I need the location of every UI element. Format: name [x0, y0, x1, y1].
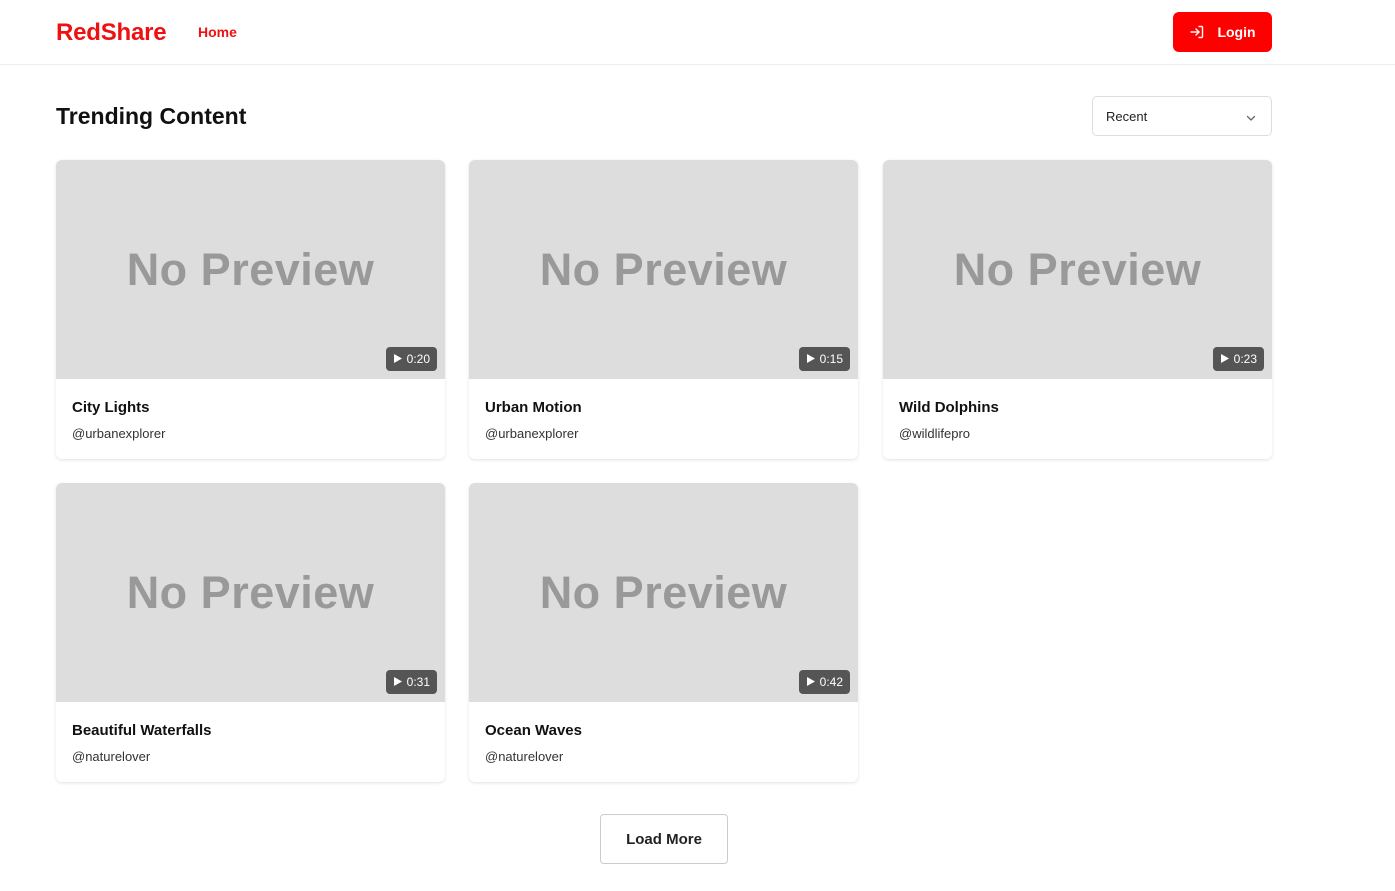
duration-text: 0:15: [819, 352, 843, 366]
sort-selected-value: Recent: [1106, 109, 1148, 124]
top-navigation-bar: RedShare Home Login: [0, 0, 1395, 65]
duration-badge: 0:31: [385, 670, 437, 694]
card-title[interactable]: Wild Dolphins: [899, 399, 999, 416]
login-label: Login: [1217, 24, 1256, 40]
card-title[interactable]: Ocean Waves: [485, 722, 582, 739]
duration-badge: 0:20: [385, 347, 437, 371]
card-author[interactable]: @naturelover: [485, 749, 563, 764]
video-thumbnail[interactable]: No Preview 0:23: [883, 160, 1272, 379]
card-author[interactable]: @urbanexplorer: [72, 426, 165, 441]
section-title: Trending Content: [56, 103, 247, 129]
no-preview-placeholder: No Preview: [126, 567, 375, 618]
content-card[interactable]: No Preview 0:15 Urban Motion @urbanexplo…: [469, 160, 858, 459]
video-thumbnail[interactable]: No Preview 0:20: [56, 160, 445, 379]
card-author[interactable]: @naturelover: [72, 749, 150, 764]
play-icon: [393, 352, 402, 366]
duration-badge: 0:15: [798, 347, 850, 371]
card-author[interactable]: @urbanexplorer: [485, 426, 578, 441]
chevron-down-icon: [1245, 111, 1257, 129]
card-title[interactable]: City Lights: [72, 399, 150, 416]
login-button[interactable]: Login: [1173, 12, 1272, 52]
no-preview-placeholder: No Preview: [953, 244, 1202, 295]
duration-text: 0:31: [406, 675, 430, 689]
nav-home-link[interactable]: Home: [198, 24, 237, 40]
no-preview-placeholder: No Preview: [126, 244, 375, 295]
load-more-button[interactable]: Load More: [600, 814, 728, 864]
play-icon: [806, 352, 815, 366]
duration-text: 0:42: [819, 675, 843, 689]
card-author[interactable]: @wildlifepro: [899, 426, 970, 441]
duration-badge: 0:42: [798, 670, 850, 694]
play-icon: [806, 675, 815, 689]
no-preview-placeholder: No Preview: [539, 567, 788, 618]
content-card[interactable]: No Preview 0:23 Wild Dolphins @wildlifep…: [883, 160, 1272, 459]
card-title[interactable]: Urban Motion: [485, 399, 582, 416]
content-card[interactable]: No Preview 0:20 City Lights @urbanexplor…: [56, 160, 445, 459]
sort-dropdown[interactable]: Recent: [1092, 96, 1272, 136]
content-card[interactable]: No Preview 0:42 Ocean Waves @naturelover: [469, 483, 858, 782]
login-arrow-icon: [1189, 24, 1205, 40]
content-card[interactable]: No Preview 0:31 Beautiful Waterfalls @na…: [56, 483, 445, 782]
video-thumbnail[interactable]: No Preview 0:42: [469, 483, 858, 702]
duration-text: 0:20: [406, 352, 430, 366]
video-thumbnail[interactable]: No Preview 0:31: [56, 483, 445, 702]
duration-badge: 0:23: [1212, 347, 1264, 371]
duration-text: 0:23: [1233, 352, 1257, 366]
play-icon: [1220, 352, 1229, 366]
play-icon: [393, 675, 402, 689]
card-title[interactable]: Beautiful Waterfalls: [72, 722, 211, 739]
no-preview-placeholder: No Preview: [539, 244, 788, 295]
brand-logo[interactable]: RedShare: [56, 19, 167, 47]
video-thumbnail[interactable]: No Preview 0:15: [469, 160, 858, 379]
